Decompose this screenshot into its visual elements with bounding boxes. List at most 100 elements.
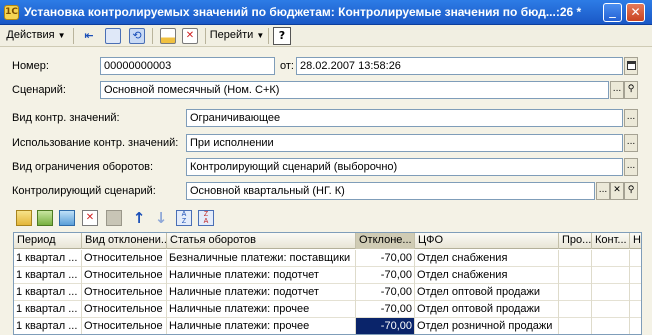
table-row[interactable]: 1 квартал ... Относительное Наличные плате…: [14, 284, 641, 301]
minimize-button[interactable]: _: [603, 3, 622, 22]
cell-deviation-type[interactable]: Относительное: [82, 301, 167, 318]
table-row[interactable]: 1 квартал ... Относительное Безналичные пл…: [14, 250, 641, 267]
control-scenario-select-button[interactable]: ...: [596, 182, 610, 200]
column-header-turnover-item[interactable]: Статья оборотов: [167, 233, 356, 249]
cell-cfo[interactable]: Отдел оптовой продажи: [415, 301, 559, 318]
column-header-deviation[interactable]: Отклоне...: [356, 233, 415, 249]
turnover-limit-select-button[interactable]: ...: [624, 158, 638, 176]
cell-deviation[interactable]: -70,00: [356, 284, 415, 301]
structure-button[interactable]: [103, 27, 123, 45]
cell-deviation[interactable]: -70,00: [356, 318, 415, 334]
scenario-field[interactable]: Основной помесячный (Ном. С+К): [100, 81, 609, 99]
cell-project[interactable]: [559, 284, 592, 301]
cell-project[interactable]: [559, 267, 592, 284]
turnover-limit-field[interactable]: Контролирующий сценарий (выборочно): [186, 158, 623, 176]
cell-deviation-type[interactable]: Относительное: [82, 250, 167, 267]
column-header-counterparty[interactable]: Конт...: [592, 233, 630, 249]
cell-counterparty[interactable]: [592, 267, 630, 284]
cell-cfo[interactable]: Отдел снабжения: [415, 250, 559, 267]
cell-n[interactable]: [630, 301, 641, 318]
post-button[interactable]: [158, 27, 178, 45]
scenario-select-button[interactable]: ...: [610, 81, 624, 99]
cell-n[interactable]: [630, 250, 641, 267]
cell-period[interactable]: 1 квартал ...: [14, 284, 82, 301]
table-row[interactable]: 1 квартал ... Относительное Наличные плате…: [14, 318, 641, 334]
control-scenario-open-button[interactable]: ⚲: [624, 182, 638, 200]
cell-counterparty[interactable]: [592, 284, 630, 301]
goto-menu[interactable]: Перейти ▼: [209, 27, 265, 45]
calendar-button[interactable]: [624, 57, 638, 75]
cell-counterparty[interactable]: [592, 250, 630, 267]
cell-counterparty[interactable]: [592, 301, 630, 318]
cell-deviation[interactable]: -70,00: [356, 250, 415, 267]
cell-period[interactable]: 1 квартал ...: [14, 301, 82, 318]
scenario-open-button[interactable]: ⚲: [624, 81, 638, 99]
edit-row-icon[interactable]: [59, 210, 75, 226]
cell-cfo[interactable]: Отдел розничной продажи: [415, 318, 559, 334]
toolbar-separator: [205, 28, 206, 44]
move-down-icon[interactable]: ↓: [153, 210, 169, 226]
control-type-field[interactable]: Ограничивающее: [186, 109, 623, 127]
usage-field[interactable]: При исполнении: [186, 134, 623, 152]
table-row[interactable]: 1 квартал ... Относительное Наличные плате…: [14, 301, 641, 318]
table-header: Период Вид отклонени... Статья оборотов …: [14, 233, 641, 249]
end-edit-icon: [106, 210, 122, 226]
number-field[interactable]: 00000000003: [100, 57, 275, 75]
cell-project[interactable]: [559, 318, 592, 334]
cell-counterparty[interactable]: [592, 318, 630, 334]
cell-turnover-item[interactable]: Наличные платежи: подотчет: [167, 284, 356, 301]
add-row-icon[interactable]: [16, 210, 32, 226]
chevron-down-icon: ▼: [256, 31, 265, 40]
cell-project[interactable]: [559, 250, 592, 267]
budget-values-table[interactable]: Период Вид отклонени... Статья оборотов …: [13, 232, 642, 335]
sort-ascending-icon[interactable]: AZ: [176, 210, 192, 226]
cell-deviation-type[interactable]: Относительное: [82, 284, 167, 301]
refresh-button[interactable]: ⟲: [127, 27, 147, 45]
cell-deviation[interactable]: -70,00: [356, 301, 415, 318]
column-header-deviation-type[interactable]: Вид отклонени...: [82, 233, 167, 249]
unpost-button[interactable]: ✕: [180, 27, 200, 45]
cell-turnover-item[interactable]: Наличные платежи: подотчет: [167, 267, 356, 284]
goto-label: Перейти: [209, 29, 254, 41]
cell-n[interactable]: [630, 284, 641, 301]
cell-cfo[interactable]: Отдел снабжения: [415, 267, 559, 284]
search-icon: ⚲: [627, 84, 635, 94]
unpost-document-icon: ✕: [182, 28, 198, 44]
actions-menu[interactable]: Действия ▼: [4, 27, 68, 45]
control-scenario-clear-button[interactable]: ✕: [610, 182, 624, 200]
cell-period[interactable]: 1 квартал ...: [14, 267, 82, 284]
cell-project[interactable]: [559, 301, 592, 318]
scenario-label: Сценарий:: [12, 84, 66, 96]
cell-period[interactable]: 1 квартал ...: [14, 318, 82, 334]
cell-deviation[interactable]: -70,00: [356, 267, 415, 284]
toolbar-separator: [152, 28, 153, 44]
close-button[interactable]: ✕: [626, 3, 645, 22]
control-type-select-button[interactable]: ...: [624, 109, 638, 127]
cell-n[interactable]: [630, 318, 641, 334]
column-header-period[interactable]: Период: [14, 233, 82, 249]
help-button[interactable]: ?: [273, 27, 291, 45]
sort-descending-icon[interactable]: ZA: [198, 210, 214, 226]
cell-cfo[interactable]: Отдел оптовой продажи: [415, 284, 559, 301]
cell-deviation-type[interactable]: Относительное: [82, 267, 167, 284]
move-up-icon[interactable]: ↑: [131, 210, 147, 226]
column-header-n[interactable]: Н: [630, 233, 641, 249]
cell-n[interactable]: [630, 267, 641, 284]
app-icon: 1C: [4, 5, 19, 20]
move-left-button[interactable]: ⇤: [79, 27, 99, 45]
cell-deviation-type[interactable]: Относительное: [82, 318, 167, 334]
column-header-cfo[interactable]: ЦФО: [415, 233, 559, 249]
cell-turnover-item[interactable]: Наличные платежи: прочее: [167, 301, 356, 318]
usage-select-button[interactable]: ...: [624, 134, 638, 152]
cell-turnover-item[interactable]: Наличные платежи: прочее: [167, 318, 356, 334]
control-scenario-field[interactable]: Основной квартальный (НГ. К): [186, 182, 595, 200]
delete-row-icon[interactable]: ✕: [82, 210, 98, 226]
toolbar-separator: [73, 28, 74, 44]
cell-period[interactable]: 1 квартал ...: [14, 250, 82, 267]
number-label: Номер:: [12, 60, 49, 72]
cell-turnover-item[interactable]: Безналичные платежи: поставщики: [167, 250, 356, 267]
table-row[interactable]: 1 квартал ... Относительное Наличные плате…: [14, 267, 641, 284]
date-field[interactable]: 28.02.2007 13:58:26: [296, 57, 623, 75]
copy-row-icon[interactable]: [37, 210, 53, 226]
column-header-project[interactable]: Про...: [559, 233, 592, 249]
